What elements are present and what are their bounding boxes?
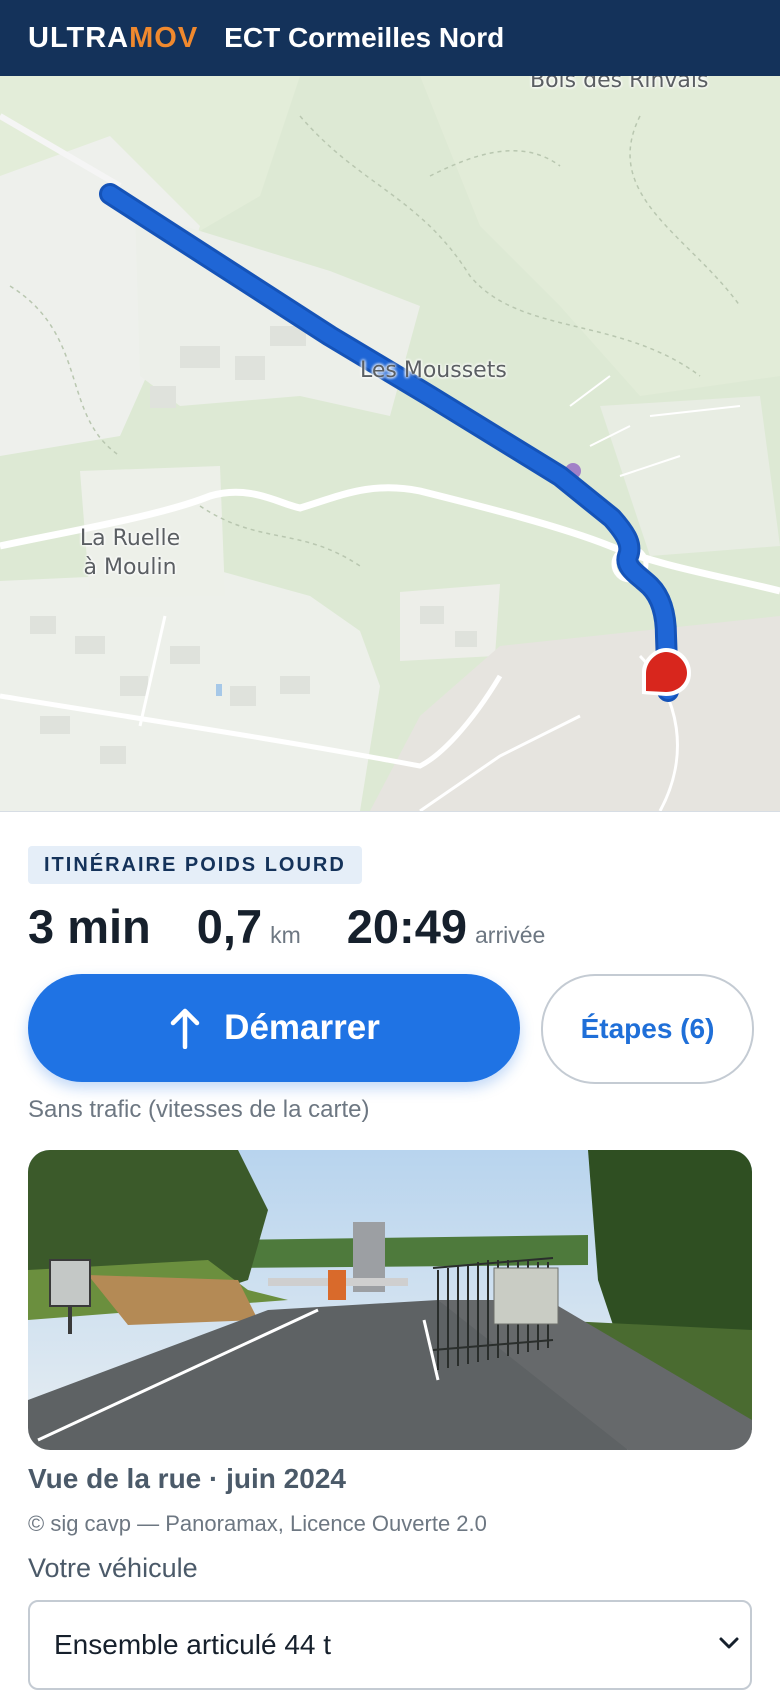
route-map[interactable]: Bois des Rinvals Les Moussets La Ruelle … xyxy=(0,76,780,812)
route-arrival-time: 20:49 xyxy=(346,900,467,953)
route-stats: 3 min 0,7 km 20:49 arrivée xyxy=(28,899,545,959)
start-navigation-label: Démarrer xyxy=(224,1008,380,1047)
route-type-badge: ITINÉRAIRE POIDS LOURD xyxy=(28,846,362,884)
route-distance: 0,7 xyxy=(196,900,263,953)
street-view-image xyxy=(28,1150,752,1450)
site-title: ECT Cormeilles Nord xyxy=(224,22,505,53)
street-view-caption: Vue de la rue · juin 2024 xyxy=(28,1463,346,1494)
start-navigation-button[interactable]: Démarrer xyxy=(28,974,520,1082)
brand-accent: MOV xyxy=(129,21,199,54)
map-label-bois: Bois des Rinvals xyxy=(530,76,709,93)
route-duration: 3 min xyxy=(28,900,151,953)
arrow-up-icon xyxy=(170,1008,200,1049)
route-arrival-label: arrivée xyxy=(475,922,546,948)
map-label-ruelle: La Ruelle à Moulin xyxy=(79,526,181,580)
map-canvas xyxy=(0,76,780,811)
vehicle-select-value: Ensemble articulé 44 t xyxy=(54,1629,332,1660)
street-view-credit: © sig cavp — Panoramax, Licence Ouverte … xyxy=(28,1511,487,1536)
brand-primary: ULTRA xyxy=(28,21,130,54)
brand-logo[interactable]: ULTRAMOV xyxy=(28,22,198,55)
vehicle-select[interactable]: Ensemble articulé 44 t xyxy=(28,1600,752,1690)
chevron-down-icon xyxy=(719,1637,739,1649)
app-header: ULTRAMOV ECT Cormeilles Nord xyxy=(0,0,780,76)
traffic-note: Sans trafic (vitesses de la carte) xyxy=(28,1096,370,1123)
map-label-moussets: Les Moussets xyxy=(360,358,507,383)
steps-button[interactable]: Étapes (6) xyxy=(541,974,754,1084)
street-view-photo[interactable] xyxy=(28,1150,752,1450)
vehicle-label: Votre véhicule xyxy=(28,1553,198,1583)
route-distance-unit: km xyxy=(270,922,301,948)
